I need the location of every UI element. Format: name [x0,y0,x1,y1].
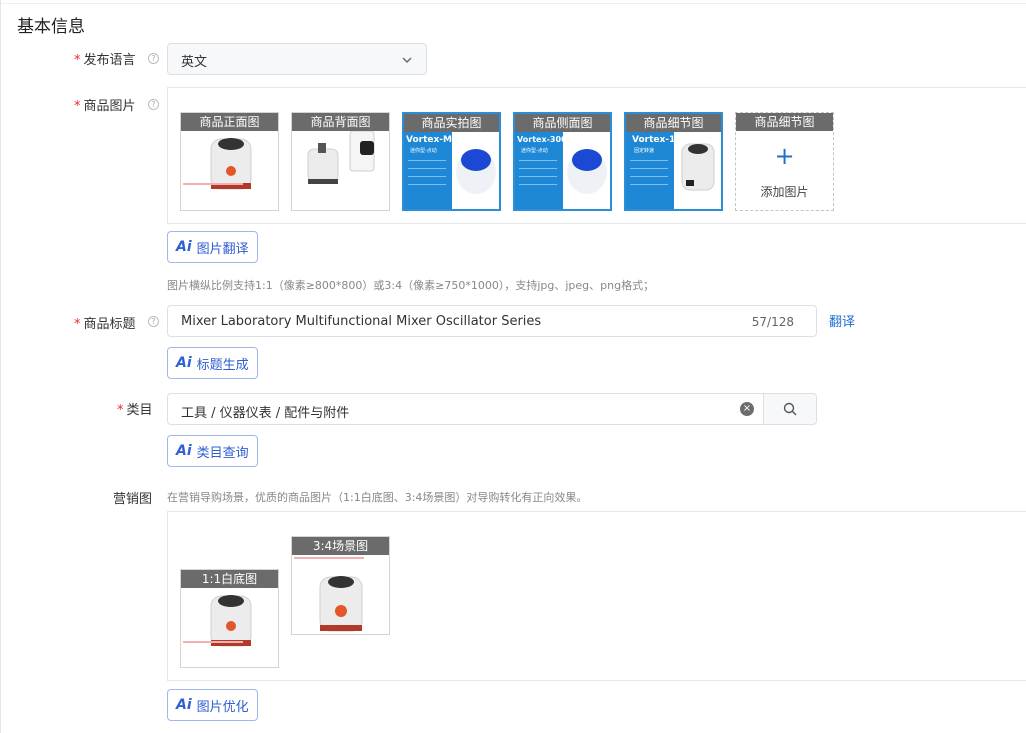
ai-icon: Ai [176,443,192,459]
product-image-back[interactable]: 商品背面图 [291,112,390,211]
top-divider [0,3,1026,4]
image-translate-button[interactable]: Ai 图片翻译 [167,231,258,263]
help-icon[interactable]: ? [148,316,159,327]
marketing-hint: 在营销导购场景，优质的商品图片（1:1白底图、3:4场景图）对导购转化有正向效果… [167,491,588,504]
card-subtitle: 迷你型-点动 [521,147,548,154]
card-model: Vortex-1 [632,135,675,145]
plus-icon: + [774,142,795,170]
card-subtitle: 迷你型-点动 [410,147,437,154]
product-image-side[interactable]: 商品侧面图 Vortex-3000 迷你型-点动 [513,112,612,211]
ai-icon: Ai [176,355,192,371]
ai-icon: Ai [176,239,192,255]
product-image-real[interactable]: 商品实拍图 Vortex-M 迷你型-点动 [402,112,501,211]
char-counter: 57/128 [751,315,794,329]
image-caption: 3:4场景图 [292,537,389,555]
image-caption: 商品背面图 [292,113,389,131]
card-model: Vortex-M [406,135,452,145]
product-image-detail[interactable]: 商品细节图 Vortex-1 固定转速 [624,112,723,211]
add-image-label: 添加图片 [760,185,809,199]
card-model: Vortex-3000 [517,135,573,144]
card-subtitle: 固定转速 [634,147,654,154]
category-search-button[interactable] [763,393,817,425]
image-format-hint: 图片横纵比例支持1:1（像素≥800*800）或3:4（像素≥750*1000）… [167,279,655,292]
title-generate-button[interactable]: Ai 标题生成 [167,347,258,379]
product-title-input[interactable]: Mixer Laboratory Multifunctional Mixer O… [167,305,817,337]
image-caption: 商品细节图 [736,113,833,131]
search-icon [783,402,797,416]
product-image-front[interactable]: 商品正面图 [180,112,279,211]
product-images-label: * 商品图片 [74,99,136,114]
category-label: * 类目 [117,403,153,418]
language-label: * 发布语言 [74,53,136,68]
required-mark: * [117,403,124,418]
language-select[interactable]: 英文 [167,43,427,75]
left-divider [0,0,1,733]
ai-icon: Ai [176,697,192,713]
image-caption: 1:1白底图 [181,570,278,588]
category-query-button[interactable]: Ai 类目查询 [167,435,258,467]
translate-link[interactable]: 翻译 [829,311,855,330]
product-title-value: Mixer Laboratory Multifunctional Mixer O… [181,314,542,329]
language-value: 英文 [181,55,208,70]
category-input[interactable]: 工具 / 仪器仪表 / 配件与附件 × [167,393,764,425]
marketing-image-white[interactable]: 1:1白底图 [180,569,279,668]
chevron-down-icon [402,57,412,63]
product-title-label: * 商品标题 [74,317,136,332]
image-caption: 商品细节图 [626,114,721,132]
category-value: 工具 / 仪器仪表 / 配件与附件 [181,406,350,421]
image-caption: 商品实拍图 [404,114,499,132]
marketing-images-label: 营销图 [113,492,153,507]
clear-icon[interactable]: × [740,402,754,416]
image-caption: 商品侧面图 [515,114,610,132]
image-optimize-button[interactable]: Ai 图片优化 [167,689,258,721]
required-mark: * [74,99,81,114]
help-icon[interactable]: ? [148,99,159,110]
help-icon[interactable]: ? [148,53,159,64]
image-caption: 商品正面图 [181,113,278,131]
required-mark: * [74,317,81,332]
marketing-image-scene[interactable]: 3:4场景图 [291,536,390,635]
add-image-button[interactable]: 商品细节图 + 添加图片 [735,112,834,211]
section-title: 基本信息 [17,17,85,37]
required-mark: * [74,53,81,68]
